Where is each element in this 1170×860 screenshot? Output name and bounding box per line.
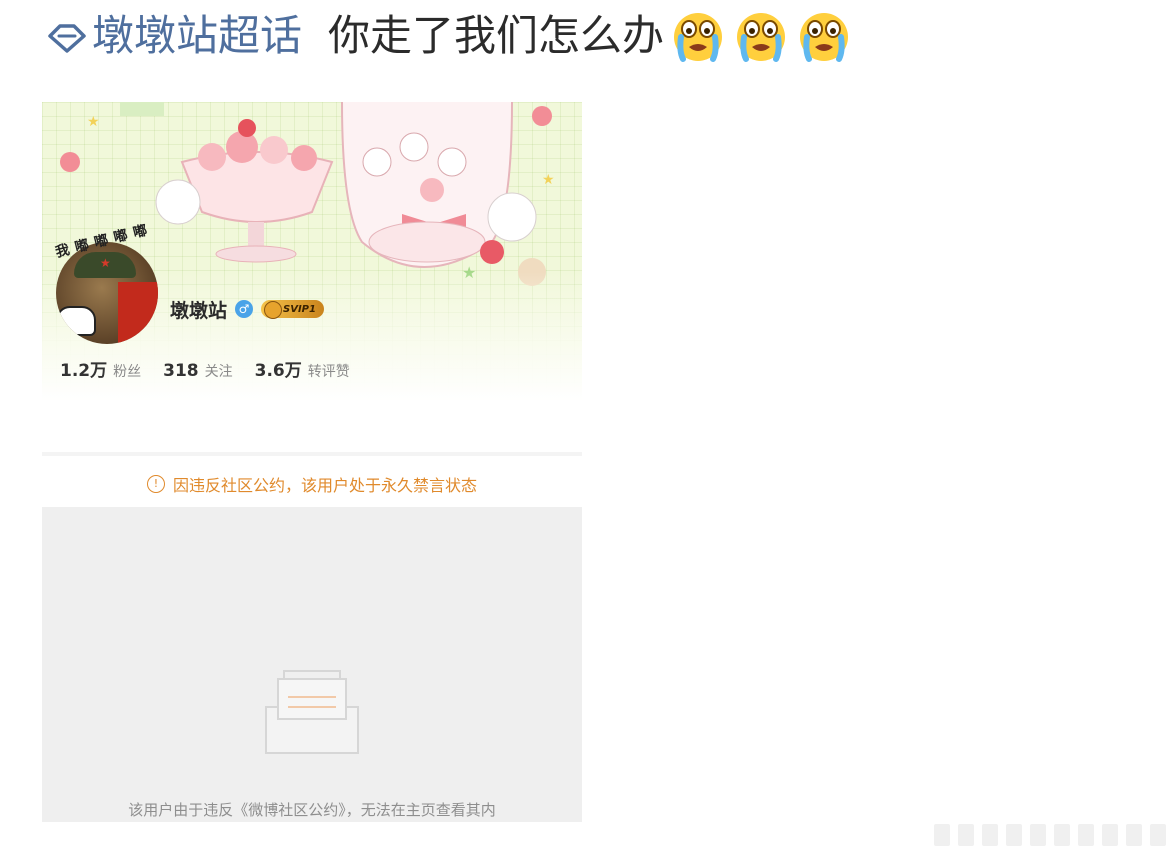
- profile-nickname[interactable]: 墩墩站: [170, 296, 227, 323]
- supertopic-label: 墩墩站超话: [92, 11, 303, 60]
- post-header: 墩墩站超话 你走了我们怎么办: [46, 6, 853, 66]
- supertopic-link[interactable]: 墩墩站超话: [46, 6, 302, 66]
- avatar-flag: [118, 282, 158, 344]
- stat-followers[interactable]: 1.2万 粉丝: [60, 356, 141, 381]
- post-text: 你走了我们怎么办: [328, 11, 665, 60]
- stat-value: 3.6万: [254, 361, 302, 381]
- profile-banner: ★ ★ ★ ★ 我嘟嘟嘟嘟 墩墩站 ♂ SVIP1 1.2万粉丝: [42, 102, 582, 402]
- empty-state-text: 该用户由于违反《微博社区公约》，无法在主页查看其内: [128, 801, 496, 819]
- crying-emoji-icon: [669, 7, 727, 65]
- svip-badge[interactable]: SVIP1: [261, 300, 324, 319]
- stat-interactions[interactable]: 3.6万 转评赞: [255, 356, 350, 381]
- warning-icon: !: [146, 474, 165, 493]
- empty-inbox-icon: [265, 670, 359, 754]
- stat-value: 318: [163, 361, 199, 381]
- stat-label: 关注: [204, 364, 233, 380]
- attached-screenshot[interactable]: ★ ★ ★ ★ 我嘟嘟嘟嘟 墩墩站 ♂ SVIP1 1.2万粉丝: [42, 102, 582, 822]
- crying-emoji-icon: [732, 7, 790, 65]
- crying-emoji-icon: [795, 7, 853, 65]
- avatar-hand: [56, 306, 96, 336]
- svg-text:★: ★: [87, 114, 100, 130]
- empty-state: 该用户由于违反《微博社区公约》，无法在主页查看其内: [42, 507, 582, 822]
- ban-notice-text: 因违反社区公约，该用户处于永久禁言状态: [172, 475, 477, 495]
- ban-notice: ! 因违反社区公约，该用户处于永久禁言状态: [42, 452, 582, 511]
- stat-label: 粉丝: [113, 364, 142, 380]
- profile-stats: 1.2万 粉丝 318 关注 3.6万 转评赞: [60, 356, 350, 381]
- star-icon: ★: [100, 256, 111, 270]
- crown-icon: [264, 301, 283, 319]
- stat-value: 1.2万: [60, 361, 108, 381]
- male-gender-icon: ♂: [235, 300, 254, 318]
- stat-label: 转评赞: [307, 364, 350, 380]
- svip-label: SVIP1: [283, 303, 316, 315]
- nickname-row: 墩墩站 ♂ SVIP1: [170, 294, 324, 324]
- stat-following[interactable]: 318 关注: [163, 361, 233, 381]
- svg-text:★: ★: [542, 172, 555, 188]
- watermark: [934, 824, 1166, 846]
- supertopic-diamond-icon: [46, 15, 88, 57]
